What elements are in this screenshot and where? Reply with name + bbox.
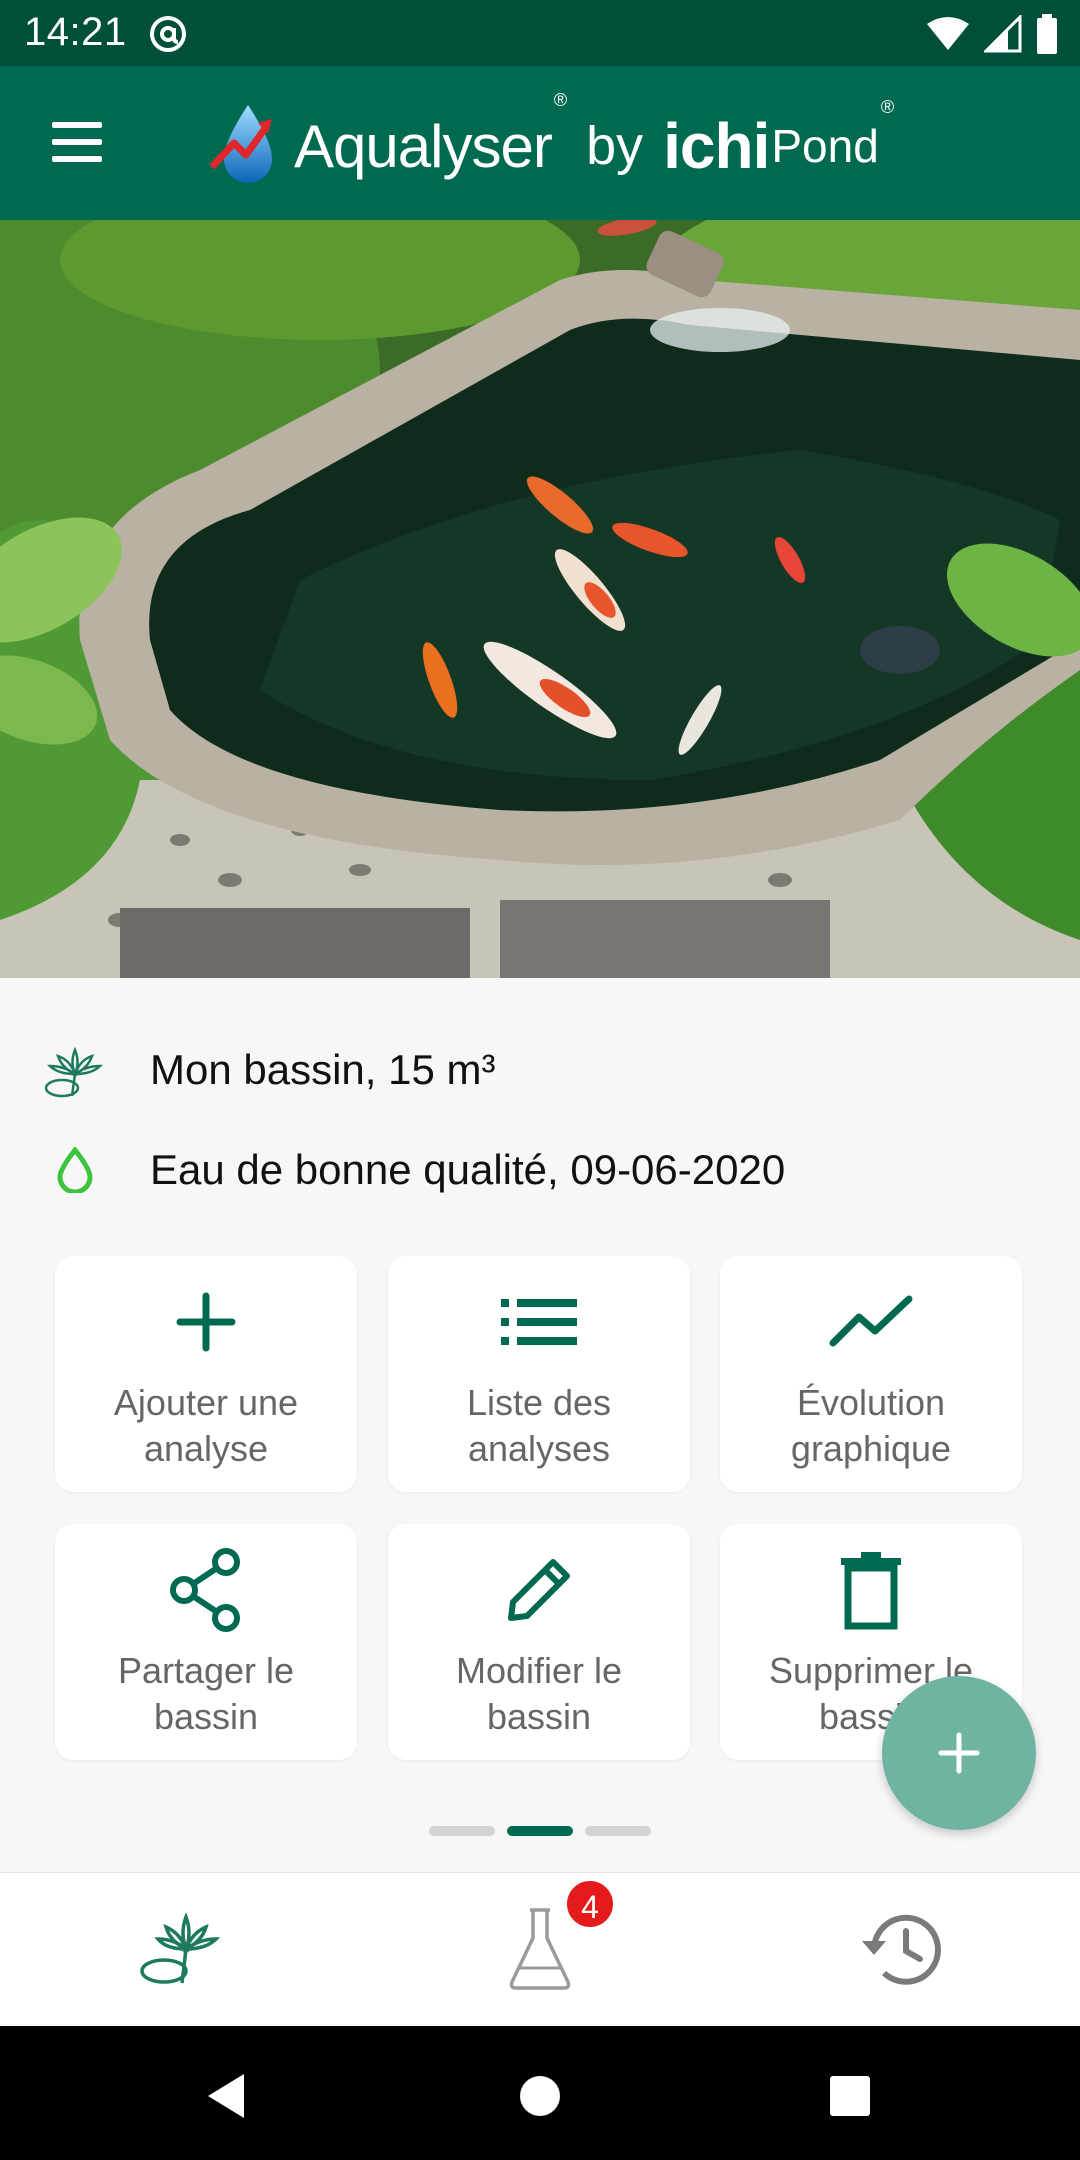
list-icon xyxy=(388,1280,690,1364)
menu-icon-line xyxy=(52,122,102,128)
recents-icon xyxy=(830,2076,870,2116)
nav-pond[interactable] xyxy=(100,1893,260,2005)
back-button[interactable] xyxy=(186,2056,266,2136)
partner-name-pond: Pond® xyxy=(771,97,895,172)
app-bar: Aqualyser® by ichi Pond® xyxy=(0,66,1080,220)
water-quality-row: Eau de bonne qualité, 09-06-2020 xyxy=(0,1120,1080,1220)
add-analysis-tile[interactable]: Ajouter une analyse xyxy=(55,1256,357,1492)
menu-icon-line xyxy=(52,156,102,162)
app-logo: Aqualyser® by ichi Pond® xyxy=(208,89,895,196)
status-bar: 14:21 xyxy=(0,0,1080,66)
edit-pond-label: Modifier le bassin xyxy=(455,1650,623,1737)
add-analysis-label: Ajouter une analyse xyxy=(113,1382,299,1469)
menu-icon-line xyxy=(52,139,102,145)
page-dot[interactable] xyxy=(429,1826,495,1836)
recents-button[interactable] xyxy=(810,2056,890,2136)
partner-name-ichi: ichi xyxy=(663,110,770,182)
water-drop-icon xyxy=(40,1135,110,1205)
menu-button[interactable] xyxy=(40,112,114,172)
home-icon xyxy=(520,2076,560,2116)
pond-icon xyxy=(140,1912,221,1984)
signal-icon xyxy=(984,15,1022,53)
trend-chart-icon xyxy=(720,1280,1022,1364)
analysis-list-tile[interactable]: Liste des analyses xyxy=(388,1256,690,1492)
brand-name: Aqualyser® xyxy=(294,89,567,180)
share-pond-label: Partager le bassin xyxy=(117,1650,295,1737)
wifi-icon xyxy=(927,17,969,50)
plus-icon xyxy=(55,1280,357,1364)
share-icon xyxy=(55,1548,357,1632)
analysis-list-label: Liste des analyses xyxy=(466,1382,612,1469)
pond-photo xyxy=(0,220,1080,978)
page-dot[interactable] xyxy=(585,1826,651,1836)
lotus-pond-icon xyxy=(40,1035,110,1105)
add-fab-button[interactable] xyxy=(882,1676,1036,1830)
analyses-badge: 4 xyxy=(564,1878,616,1930)
plus-icon xyxy=(938,1732,980,1774)
pond-info-row: Mon bassin, 15 m³ xyxy=(0,1020,1080,1120)
brand-by: by xyxy=(586,116,644,176)
status-time: 14:21 xyxy=(24,10,127,54)
edit-pond-tile[interactable]: Modifier le bassin xyxy=(388,1524,690,1760)
history-icon xyxy=(862,1914,941,1985)
pond-name-volume: Mon bassin, 15 m³ xyxy=(150,1046,496,1093)
back-icon xyxy=(208,2074,244,2118)
flask-icon xyxy=(509,1908,571,1990)
notification-icon xyxy=(150,16,186,52)
graph-evolution-label: Évolution graphique xyxy=(790,1382,952,1469)
home-button[interactable] xyxy=(500,2056,580,2136)
bottom-navigation xyxy=(0,1872,1080,2026)
battery-icon xyxy=(1037,14,1057,54)
trash-icon xyxy=(720,1548,1022,1632)
nav-history[interactable] xyxy=(820,1893,980,2005)
water-quality-text: Eau de bonne qualité, 09-06-2020 xyxy=(150,1146,786,1193)
share-pond-tile[interactable]: Partager le bassin xyxy=(55,1524,357,1760)
status-icons xyxy=(926,12,1058,56)
system-navigation-bar xyxy=(0,2026,1080,2160)
page-dot-active[interactable] xyxy=(507,1826,573,1836)
page-indicator xyxy=(0,1826,1080,1838)
graph-evolution-tile[interactable]: Évolution graphique xyxy=(720,1256,1022,1492)
water-drop-logo-icon xyxy=(209,105,272,183)
pencil-icon xyxy=(388,1548,690,1632)
